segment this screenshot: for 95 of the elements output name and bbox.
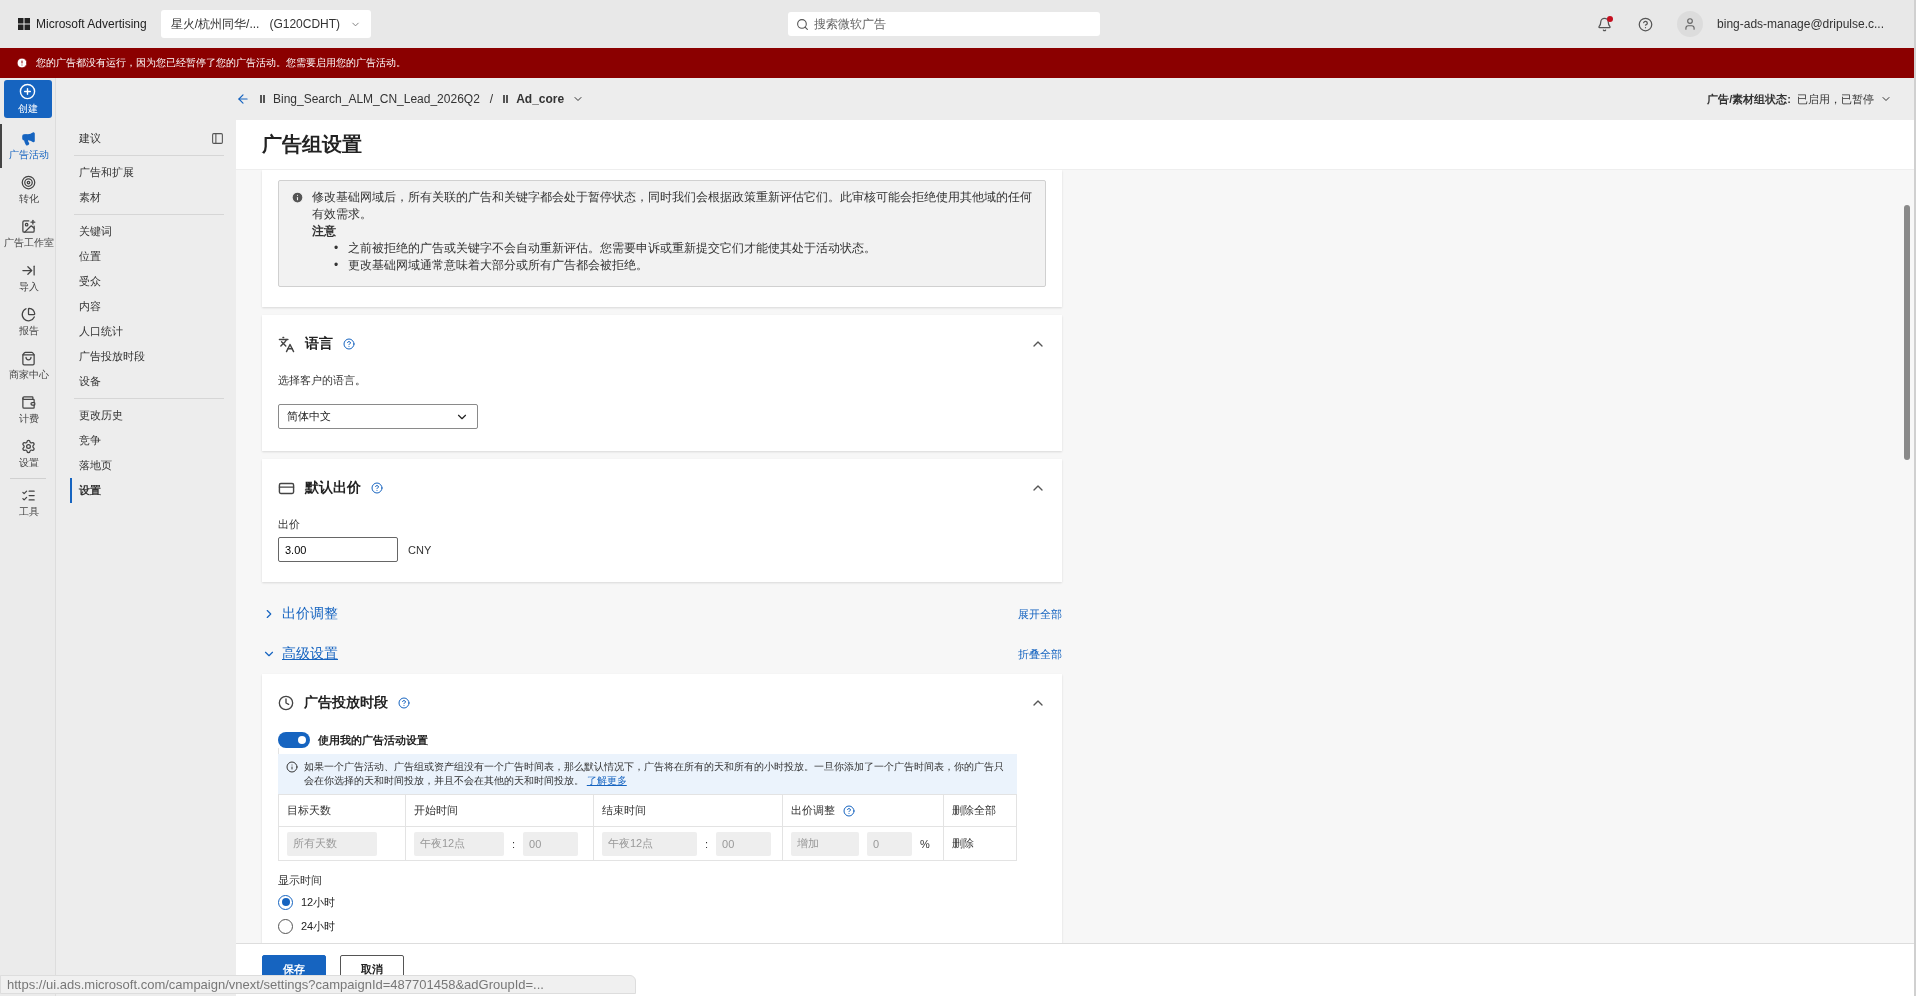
bag-icon bbox=[21, 350, 36, 366]
note-item: 更改基础网域通常意味着大部分或所有广告都会被拒绝。 bbox=[348, 257, 649, 274]
sidebar-item[interactable]: 设备 bbox=[70, 369, 224, 394]
column-header: 出价调整 bbox=[791, 803, 835, 818]
bullet: • bbox=[334, 240, 339, 257]
info-icon bbox=[286, 761, 298, 773]
notification-dot bbox=[1607, 15, 1614, 22]
sidebar-item[interactable]: 广告投放时段 bbox=[70, 344, 224, 369]
sidebar-item[interactable]: 设置 bbox=[70, 478, 224, 503]
sidebar-item[interactable]: 建议 bbox=[70, 126, 101, 151]
alert-icon bbox=[16, 57, 28, 69]
section-toggle[interactable]: 出价调整 bbox=[262, 605, 338, 623]
section-action-link[interactable]: 折叠全部 bbox=[1018, 646, 1062, 662]
note-title: 注意 bbox=[312, 223, 337, 240]
rail-item[interactable]: 广告工作室 bbox=[0, 212, 56, 256]
info-text: 如果一个广告活动、广告组或资产组没有一个广告时间表，那么默认情况下，广告将在所有的天和所有的小时投放。一旦你添加了一个广告时间表，你的广告只会在你选择的天和时间投放，并且不会在其他的天和时间投放。 了解更多 bbox=[304, 760, 1005, 788]
pie-chart-icon bbox=[21, 306, 36, 322]
settings-icon bbox=[21, 438, 36, 454]
help-icon[interactable] bbox=[843, 804, 855, 817]
rail-item[interactable]: 转化 bbox=[0, 168, 56, 212]
bell-icon[interactable] bbox=[1597, 16, 1613, 32]
list-icon bbox=[21, 487, 36, 503]
status-url-tooltip: https://ui.ads.microsoft.com/campaign/vnext/settings?campaignId=487701458&adGroupId=... bbox=[0, 975, 636, 994]
clock-icon bbox=[278, 695, 294, 711]
time-separator: : bbox=[512, 837, 516, 850]
sidebar-item[interactable]: 素材 bbox=[70, 185, 224, 210]
rail-item[interactable]: 设置 bbox=[0, 432, 56, 476]
field-label: 出价 bbox=[278, 517, 301, 532]
account-selector[interactable]: 星火/杭州同华/... (G120CDHT) bbox=[160, 10, 372, 38]
percent-label: % bbox=[920, 837, 930, 850]
sidebar-item[interactable]: 关键词 bbox=[70, 219, 224, 244]
ad-group-selector[interactable]: Ad_core bbox=[503, 92, 585, 106]
grip-icon bbox=[503, 95, 509, 103]
scrollbar[interactable] bbox=[1904, 205, 1910, 460]
rail-item[interactable]: 报告 bbox=[0, 300, 56, 344]
rail-item[interactable]: 工具 bbox=[0, 481, 56, 525]
radio-label: 12小时 bbox=[301, 894, 336, 910]
column-header: 目标天数 bbox=[287, 803, 331, 818]
breadcrumb-separator: / bbox=[489, 92, 494, 106]
rail-item[interactable]: 导入 bbox=[0, 256, 56, 300]
language-dropdown[interactable]: 简体中文 bbox=[278, 404, 478, 429]
plus-icon bbox=[19, 82, 36, 100]
time-separator: : bbox=[705, 837, 709, 850]
sidebar-item[interactable]: 人口统计 bbox=[70, 319, 224, 344]
sidebar-item[interactable]: 更改历史 bbox=[70, 403, 224, 428]
column-header: 结束时间 bbox=[602, 803, 646, 818]
sidebar-item[interactable]: 内容 bbox=[70, 294, 224, 319]
megaphone-icon bbox=[21, 130, 36, 146]
rail-item[interactable]: 商家中心 bbox=[0, 344, 56, 388]
sidebar-item[interactable]: 竞争 bbox=[70, 428, 224, 453]
search-field[interactable]: 搜索微软广告 bbox=[788, 12, 1101, 36]
section-action-link[interactable]: 展开全部 bbox=[1018, 606, 1062, 622]
notice-text: 修改基础网域后，所有关联的广告和关键字都会处于暂停状态，同时我们会根据政策重新评估它们。此审核可能会拒绝使用其他域的任何有效需求。 bbox=[312, 189, 1033, 223]
help-icon[interactable] bbox=[398, 697, 410, 709]
brand-name: Microsoft Advertising bbox=[36, 17, 147, 31]
radio-label: 24小时 bbox=[301, 918, 336, 934]
create-button[interactable]: 创建 bbox=[3, 80, 52, 118]
status-selector[interactable]: 广告/素材组状态: 已启用，已暂停 bbox=[1707, 91, 1892, 107]
time-format-label: 显示时间 bbox=[278, 873, 323, 888]
sidebar-item[interactable]: 落地页 bbox=[70, 453, 224, 478]
currency-label: CNY bbox=[408, 543, 432, 556]
image-edit-icon bbox=[21, 218, 36, 234]
alert-message: 您的广告都没有运行，因为您已经暂停了您的广告活动。您需要启用您的广告活动。 bbox=[36, 56, 406, 70]
sidebar-item[interactable]: 广告和扩展 bbox=[70, 160, 224, 185]
info-icon bbox=[291, 191, 304, 204]
toggle-label: 使用我的广告活动设置 bbox=[318, 732, 428, 748]
card-title: 广告投放时段 bbox=[304, 694, 388, 712]
grip-icon bbox=[260, 95, 265, 103]
help-icon[interactable] bbox=[343, 338, 355, 350]
back-icon[interactable] bbox=[236, 92, 250, 106]
column-header: 开始时间 bbox=[414, 803, 458, 818]
toggle-switch[interactable] bbox=[278, 732, 310, 748]
wallet-icon bbox=[21, 394, 36, 410]
delete-link[interactable]: 删除 bbox=[952, 836, 974, 851]
collapse-panel-icon[interactable] bbox=[211, 132, 224, 145]
bid-input[interactable]: 3.00 bbox=[278, 537, 398, 562]
target-icon bbox=[21, 174, 36, 190]
user-icon[interactable] bbox=[1677, 11, 1704, 37]
card-title: 默认出价 bbox=[305, 479, 361, 497]
search-icon bbox=[796, 17, 810, 31]
card-title: 语言 bbox=[305, 335, 333, 353]
help-icon[interactable] bbox=[1638, 16, 1654, 32]
help-icon[interactable] bbox=[371, 482, 383, 494]
language-description: 选择客户的语言。 bbox=[278, 373, 367, 388]
note-item: 之前被拒绝的广告或关键字不会自动重新评估。您需要申诉或重新提交它们才能使其处于活动状态。 bbox=[348, 240, 877, 257]
user-email[interactable]: bing-ads-manage@dripulse.c... bbox=[1717, 17, 1884, 31]
sidebar-item[interactable]: 位置 bbox=[70, 244, 224, 269]
campaign-link[interactable]: Bing_Search_ALM_CN_Lead_2026Q2 bbox=[260, 92, 480, 106]
rail-item[interactable]: 计费 bbox=[0, 388, 56, 432]
windows-logo-icon bbox=[18, 18, 30, 30]
sidebar-item[interactable]: 受众 bbox=[70, 269, 224, 294]
column-header: 删除全部 bbox=[952, 803, 996, 818]
bullet: • bbox=[334, 257, 339, 274]
language-icon bbox=[278, 335, 295, 353]
learn-more-link[interactable]: 了解更多 bbox=[586, 775, 627, 786]
